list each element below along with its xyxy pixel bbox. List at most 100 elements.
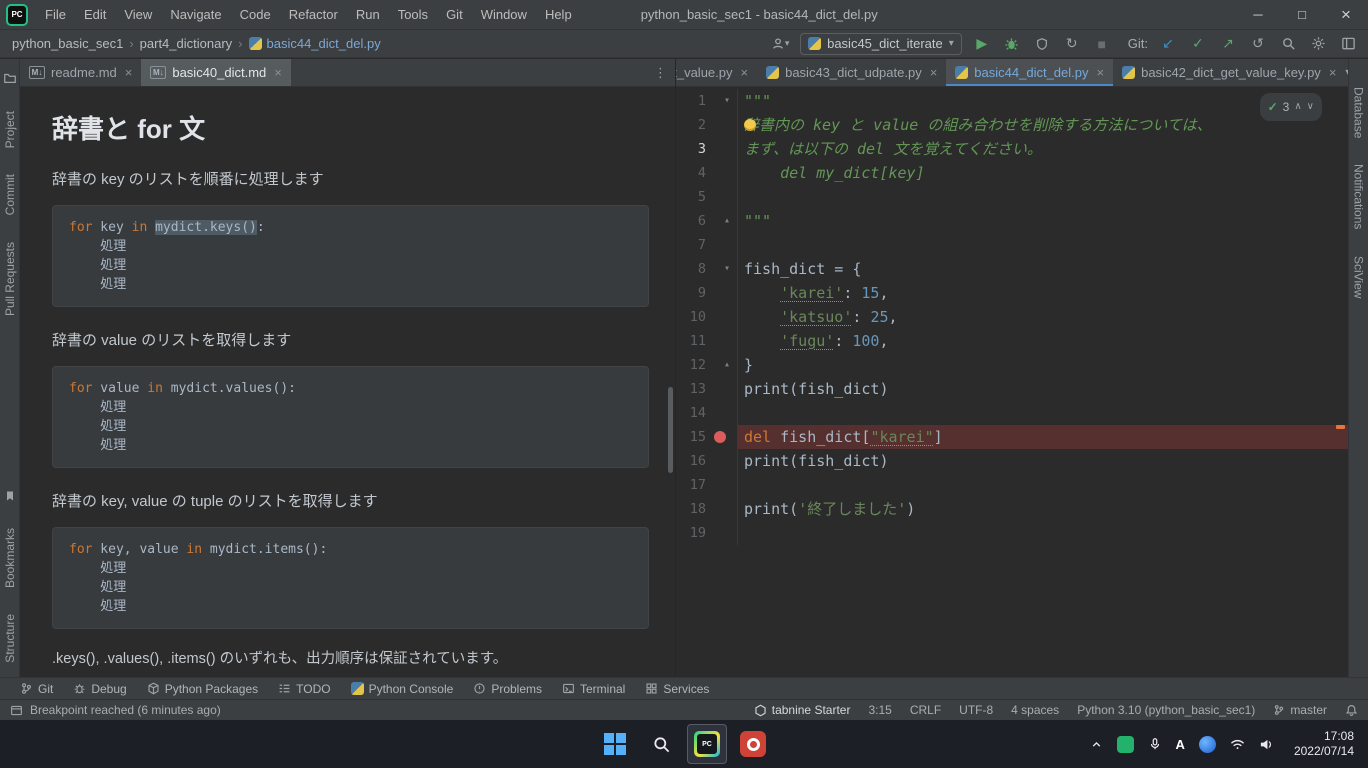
prev-issue-icon[interactable]: ∧ bbox=[1294, 95, 1301, 119]
menu-navigate[interactable]: Navigate bbox=[161, 0, 230, 30]
line-number[interactable]: 14 bbox=[676, 401, 706, 425]
menu-edit[interactable]: Edit bbox=[75, 0, 115, 30]
line-number[interactable]: 16 bbox=[676, 449, 706, 473]
code-line[interactable]: del my_dict[key] bbox=[738, 161, 1348, 185]
profiler-button[interactable]: ↻ bbox=[1062, 33, 1082, 55]
menu-tools[interactable]: Tools bbox=[389, 0, 437, 30]
git-branch-widget[interactable]: master bbox=[1273, 703, 1327, 717]
line-number[interactable]: 4 bbox=[676, 161, 706, 185]
notifications-bell-icon[interactable] bbox=[1345, 704, 1358, 717]
toolwindow-git[interactable]: Git bbox=[12, 678, 61, 700]
error-stripe-mark[interactable] bbox=[1336, 425, 1345, 429]
code-line[interactable]: 'katsuo': 25, bbox=[738, 305, 1348, 329]
line-number[interactable]: 5 bbox=[676, 185, 706, 209]
status-message[interactable]: Breakpoint reached (6 minutes ago) bbox=[30, 703, 221, 717]
layout-icon[interactable] bbox=[1338, 33, 1358, 55]
line-number[interactable]: 13 bbox=[676, 377, 706, 401]
editor-tab-readme-md[interactable]: M↓readme.md× bbox=[20, 59, 141, 87]
fold-icon[interactable]: ▴ bbox=[724, 353, 730, 377]
code-line[interactable] bbox=[738, 521, 1348, 545]
code-line[interactable]: 'karei': 15, bbox=[738, 281, 1348, 305]
tabnine-widget[interactable]: tabnine Starter bbox=[754, 703, 851, 717]
caret-position[interactable]: 3:15 bbox=[868, 703, 891, 717]
tool-strip-database[interactable]: Database bbox=[1352, 87, 1366, 138]
toolwindow-terminal[interactable]: Terminal bbox=[554, 678, 633, 700]
code-line[interactable]: """ bbox=[738, 89, 1348, 113]
event-log-icon[interactable] bbox=[10, 704, 23, 717]
menu-view[interactable]: View bbox=[115, 0, 161, 30]
settings-icon[interactable] bbox=[1308, 33, 1328, 55]
menu-code[interactable]: Code bbox=[231, 0, 280, 30]
tool-strip-structure[interactable]: Structure bbox=[3, 614, 17, 663]
line-number[interactable]: 18 bbox=[676, 497, 706, 521]
browser-icon[interactable] bbox=[1199, 736, 1216, 753]
stop-button[interactable]: ■ bbox=[1092, 33, 1112, 55]
close-icon[interactable]: × bbox=[125, 65, 133, 80]
code-line[interactable] bbox=[738, 233, 1348, 257]
close-icon[interactable]: × bbox=[741, 65, 749, 80]
code-line[interactable]: まず、は以下の del 文を覚えてください。 bbox=[738, 137, 1348, 161]
tray-chevron-up-icon[interactable] bbox=[1090, 738, 1103, 751]
coverage-button[interactable] bbox=[1032, 33, 1052, 55]
line-number[interactable]: 8 bbox=[676, 257, 706, 281]
user-icon[interactable]: ▾ bbox=[770, 33, 790, 55]
run-button[interactable]: ▶ bbox=[972, 33, 992, 55]
close-icon[interactable]: × bbox=[1329, 65, 1337, 80]
code-line[interactable]: fish_dict = { bbox=[738, 257, 1348, 281]
debug-button[interactable] bbox=[1002, 33, 1022, 55]
tool-strip-pull-requests[interactable]: Pull Requests bbox=[3, 242, 17, 316]
toolwindow-todo[interactable]: TODO bbox=[270, 678, 338, 700]
line-number[interactable]: 12 bbox=[676, 353, 706, 377]
taskbar-pycharm-icon[interactable]: PC bbox=[687, 724, 727, 764]
fold-icon[interactable]: ▾ bbox=[724, 89, 730, 113]
run-config-select[interactable]: basic45_dict_iterate ▾ bbox=[800, 33, 962, 55]
line-number[interactable]: 6 bbox=[676, 209, 706, 233]
breadcrumb-item[interactable]: basic44_dict_del.py bbox=[247, 36, 383, 51]
line-number[interactable]: 17 bbox=[676, 473, 706, 497]
menu-refactor[interactable]: Refactor bbox=[280, 0, 347, 30]
intention-bulb-icon[interactable] bbox=[744, 119, 756, 131]
code-line[interactable]: 'fugu': 100, bbox=[738, 329, 1348, 353]
breadcrumb-item[interactable]: part4_dictionary bbox=[138, 36, 235, 51]
tool-strip-bookmarks[interactable]: Bookmarks bbox=[3, 528, 17, 588]
taskbar-search-icon[interactable] bbox=[641, 724, 681, 764]
menu-git[interactable]: Git bbox=[437, 0, 472, 30]
tool-strip-notifications[interactable]: Notifications bbox=[1352, 164, 1366, 229]
git-history-button[interactable]: ↺ bbox=[1248, 33, 1268, 55]
line-number[interactable]: 11 bbox=[676, 329, 706, 353]
git-commit-button[interactable]: ✓ bbox=[1188, 33, 1208, 55]
git-push-button[interactable]: ↗ bbox=[1218, 33, 1238, 55]
toolwindow-problems[interactable]: Problems bbox=[465, 678, 550, 700]
project-folder-icon[interactable] bbox=[3, 71, 17, 85]
line-number[interactable]: 10 bbox=[676, 305, 706, 329]
fold-icon[interactable]: ▾ bbox=[724, 257, 730, 281]
interpreter-selector[interactable]: Python 3.10 (python_basic_sec1) bbox=[1077, 703, 1255, 717]
breakpoint-icon[interactable] bbox=[714, 431, 726, 443]
scrollbar-thumb[interactable] bbox=[668, 387, 673, 473]
line-number[interactable]: 9 bbox=[676, 281, 706, 305]
more-options-icon[interactable]: ⋮ bbox=[654, 65, 667, 81]
code-line[interactable]: print('終了しました') bbox=[738, 497, 1348, 521]
breadcrumb-item[interactable]: python_basic_sec1 bbox=[10, 36, 125, 51]
inspections-widget[interactable]: ✓ 3 ∧ ∨ bbox=[1260, 93, 1322, 121]
close-icon[interactable]: × bbox=[930, 65, 938, 80]
line-ending-selector[interactable]: CRLF bbox=[910, 703, 941, 717]
minimize-button[interactable]: ─ bbox=[1236, 0, 1280, 30]
editor-tab-basic42-dict-get-value-key-py[interactable]: basic42_dict_get_value_key.py× bbox=[1113, 59, 1345, 87]
tool-strip-project[interactable]: Project bbox=[3, 111, 17, 148]
code-line[interactable]: } bbox=[738, 353, 1348, 377]
editor-tab-basic40-dict-md[interactable]: M↓basic40_dict.md× bbox=[141, 59, 291, 87]
menu-file[interactable]: File bbox=[36, 0, 75, 30]
tab-list-chevron-icon[interactable]: ▾ bbox=[1345, 67, 1348, 78]
tool-strip-sciview[interactable]: SciView bbox=[1352, 256, 1366, 298]
toolwindow-python-console[interactable]: Python Console bbox=[343, 678, 462, 700]
code-line[interactable]: print(fish_dict) bbox=[738, 449, 1348, 473]
taskbar-clock[interactable]: 17:08 2022/07/14 bbox=[1294, 729, 1354, 759]
next-issue-icon[interactable]: ∨ bbox=[1307, 95, 1314, 119]
close-icon[interactable]: × bbox=[274, 65, 282, 80]
toolwindow-debug[interactable]: Debug bbox=[65, 678, 134, 700]
menu-help[interactable]: Help bbox=[536, 0, 581, 30]
taskbar-recorder-icon[interactable] bbox=[733, 724, 773, 764]
microphone-icon[interactable] bbox=[1148, 737, 1162, 751]
code-line[interactable] bbox=[738, 473, 1348, 497]
